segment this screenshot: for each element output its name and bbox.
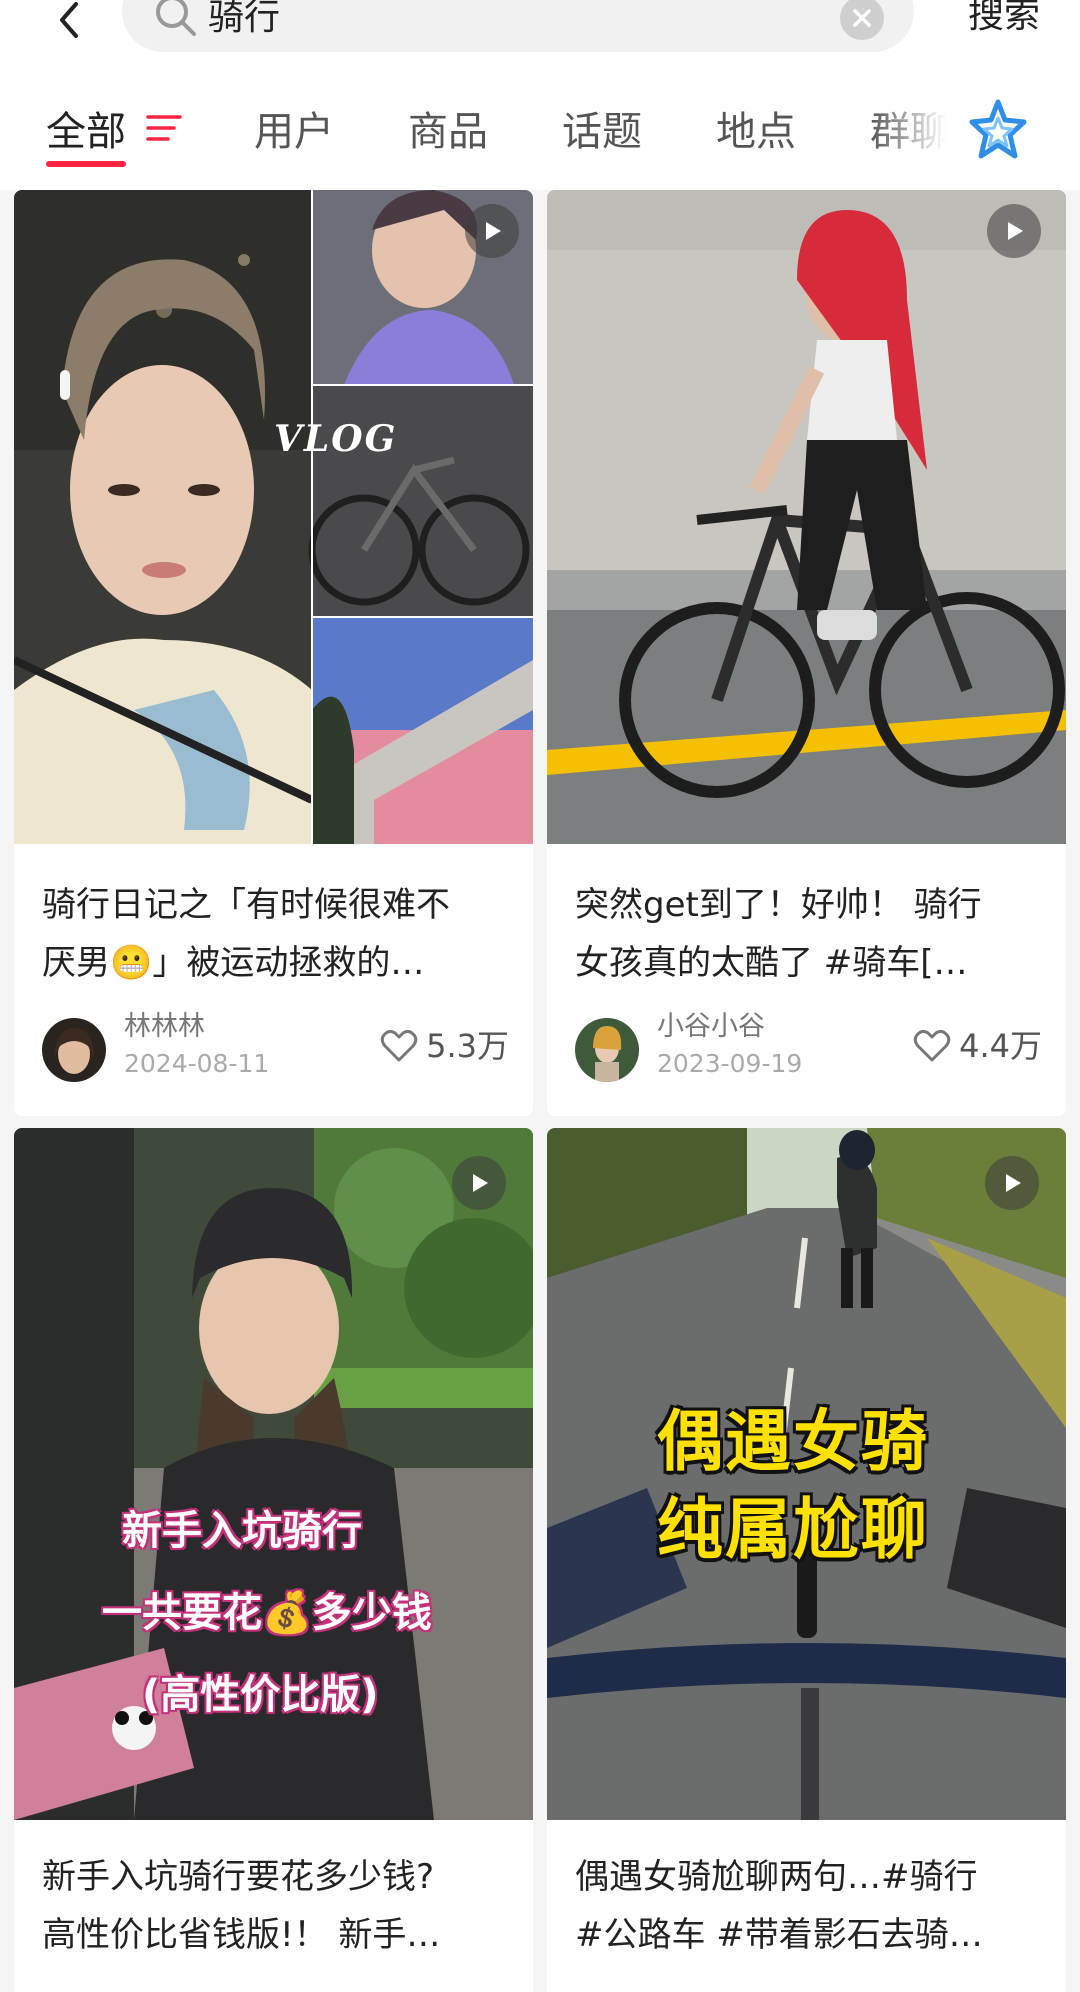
- filter-icon[interactable]: [146, 110, 182, 146]
- ai-star-icon[interactable]: [968, 98, 1028, 162]
- play-icon: [1006, 1174, 1021, 1192]
- back-button[interactable]: [40, 0, 100, 50]
- tab-places[interactable]: 地点: [716, 108, 796, 156]
- video-indicator: [985, 1156, 1039, 1210]
- play-icon: [1008, 222, 1023, 240]
- active-tab-indicator: [46, 161, 126, 167]
- search-icon: [156, 0, 196, 36]
- note-cover-image: [14, 190, 533, 844]
- note-card[interactable]: VLOG 骑行日记之「有时候很难不 厌男😬」被运动拯救的… 林林林 2024-0…: [14, 190, 533, 1116]
- author-name[interactable]: 林林林: [124, 1010, 205, 1044]
- note-title-line: 女孩真的太酷了 #骑车[…: [575, 943, 968, 983]
- note-thumbnail: VLOG: [14, 190, 533, 844]
- video-indicator: [465, 204, 519, 258]
- avatar[interactable]: [42, 1018, 106, 1082]
- note-title-line: 骑行日记之「有时候很难不: [42, 885, 450, 925]
- post-date: 2024-08-11: [124, 1049, 270, 1078]
- note-title-line: 厌男😬」被运动拯救的…: [42, 943, 425, 983]
- note-title-line: 高性价比省钱版!！ 新手…: [42, 1915, 441, 1955]
- avatar[interactable]: [575, 1018, 639, 1082]
- tab-all[interactable]: 全部: [46, 108, 126, 156]
- note-title-line: #公路车 #带着影石去骑…: [575, 1915, 983, 1955]
- note-card[interactable]: 偶遇女骑 纯属尬聊 偶遇女骑尬聊两句…#骑行 #公路车 #带着影石去骑…: [547, 1128, 1066, 1992]
- search-query[interactable]: 骑行: [208, 0, 280, 38]
- tab-topics[interactable]: 话题: [562, 108, 642, 156]
- note-title: 偶遇女骑尬聊两句…#骑行 #公路车 #带着影石去骑…: [575, 1848, 1042, 1964]
- tab-fade: [870, 70, 960, 190]
- heart-outline-icon: [380, 1029, 418, 1062]
- cover-overlay-line: (高性价比版): [142, 1672, 379, 1718]
- like-count: 5.3万: [426, 1027, 509, 1065]
- search-input[interactable]: 骑行: [122, 0, 914, 52]
- chevron-left-icon: [60, 2, 78, 38]
- cover-overlay-line: 一共要花💰多少钱: [102, 1590, 432, 1636]
- cover-overlay-text: VLOG: [274, 418, 398, 460]
- heart-outline-icon: [913, 1029, 951, 1062]
- post-date: 2023-09-19: [657, 1049, 803, 1078]
- note-cover-image: [547, 190, 1066, 844]
- note-card[interactable]: 突然get到了！好帅！ 骑行 女孩真的太酷了 #骑车[… 小谷小谷 2023-0…: [547, 190, 1066, 1116]
- play-icon: [473, 1174, 488, 1192]
- tab-products[interactable]: 商品: [408, 108, 488, 156]
- note-title-line: 偶遇女骑尬聊两句…#骑行: [575, 1857, 978, 1897]
- note-title-line: 突然get到了！好帅！ 骑行: [575, 885, 982, 925]
- like-button[interactable]: 5.3万: [380, 1026, 509, 1066]
- play-icon: [486, 222, 501, 240]
- like-button[interactable]: 4.4万: [913, 1026, 1042, 1066]
- search-bar: 骑行 搜索: [0, 0, 1080, 70]
- clear-search-button[interactable]: [840, 0, 884, 40]
- like-count: 4.4万: [959, 1027, 1042, 1065]
- cover-overlay-line: 偶遇女骑: [657, 1403, 929, 1480]
- video-indicator: [987, 204, 1041, 258]
- note-title: 突然get到了！好帅！ 骑行 女孩真的太酷了 #骑车[…: [575, 876, 1042, 992]
- tab-users[interactable]: 用户: [254, 108, 334, 156]
- close-icon: [853, 9, 871, 27]
- video-indicator: [452, 1156, 506, 1210]
- note-title: 新手入坑骑行要花多少钱? 高性价比省钱版!！ 新手…: [42, 1848, 509, 1964]
- note-title-line: 新手入坑骑行要花多少钱?: [42, 1857, 435, 1897]
- cover-overlay-line: 新手入坑骑行: [122, 1508, 362, 1554]
- note-thumbnail: 新手入坑骑行 一共要花💰多少钱 (高性价比版): [14, 1128, 533, 1820]
- note-thumbnail: 偶遇女骑 纯属尬聊: [547, 1128, 1066, 1820]
- search-submit-button[interactable]: 搜索: [968, 0, 1040, 36]
- note-thumbnail: [547, 190, 1066, 844]
- cover-overlay-line: 纯属尬聊: [657, 1491, 929, 1568]
- author-name[interactable]: 小谷小谷: [657, 1010, 765, 1044]
- note-card[interactable]: 新手入坑骑行 一共要花💰多少钱 (高性价比版) 新手入坑骑行要花多少钱? 高性价…: [14, 1128, 533, 1992]
- note-title: 骑行日记之「有时候很难不 厌男😬」被运动拯救的…: [42, 876, 509, 992]
